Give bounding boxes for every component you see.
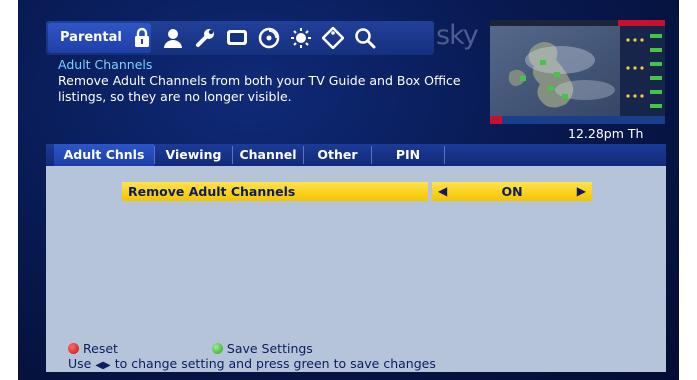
tab-viewing[interactable]: Viewing [155, 144, 232, 166]
save-settings-action[interactable]: Save Settings [211, 341, 313, 356]
search-icon[interactable] [354, 27, 376, 49]
description-body: Remove Adult Channels from both your TV … [58, 73, 461, 104]
footer-actions: Reset Save Settings [68, 341, 313, 356]
arrow-right-icon[interactable]: ▶ [577, 182, 586, 201]
tab-adult-chnls[interactable]: Adult Chnls [54, 144, 154, 166]
parental-menu-tab[interactable]: Parental [48, 23, 151, 53]
option-value-selector[interactable]: ◀ ON ▶ [432, 182, 592, 201]
tag-icon[interactable] [322, 27, 344, 49]
disc-icon[interactable] [258, 27, 280, 49]
sun-icon[interactable] [290, 27, 312, 49]
tv-icon[interactable] [226, 27, 248, 49]
parental-label: Parental [60, 30, 122, 45]
person-icon[interactable] [162, 27, 184, 49]
sky-logo: sky [436, 20, 479, 51]
red-button-icon [68, 343, 79, 354]
tv-screen: Parental sky Adult Channels Remove Adult… [18, 0, 679, 380]
top-icon-bar: Parental [46, 21, 434, 55]
footer-hint: Use ◀▶ to change setting and press green… [68, 356, 436, 371]
description-title: Adult Channels [58, 57, 153, 72]
live-tv-preview [490, 20, 665, 124]
hint-suffix: to change setting and press green to sav… [114, 356, 436, 371]
option-value: ON [501, 184, 523, 199]
settings-tab-bar: Adult Chnls Viewing Channel Other PIN [46, 144, 666, 166]
tab-channel[interactable]: Channel [233, 144, 303, 166]
settings-panel: Remove Adult Channels ◀ ON ▶ Reset Save … [46, 166, 666, 372]
weather-map-image [490, 20, 665, 124]
remove-adult-channels-option[interactable]: Remove Adult Channels [122, 182, 428, 201]
arrow-left-icon[interactable]: ◀ [438, 182, 447, 201]
lock-icon [135, 27, 149, 47]
hint-prefix: Use [68, 356, 92, 371]
reset-action[interactable]: Reset [68, 341, 118, 356]
green-button-icon [211, 343, 223, 354]
wrench-icon[interactable] [194, 27, 216, 49]
save-settings-label: Save Settings [226, 341, 313, 356]
tab-other[interactable]: Other [304, 144, 371, 166]
tab-divider [444, 146, 445, 164]
left-right-arrows-icon: ◀▶ [95, 360, 111, 371]
tab-pin[interactable]: PIN [372, 144, 444, 166]
reset-label: Reset [83, 341, 118, 356]
